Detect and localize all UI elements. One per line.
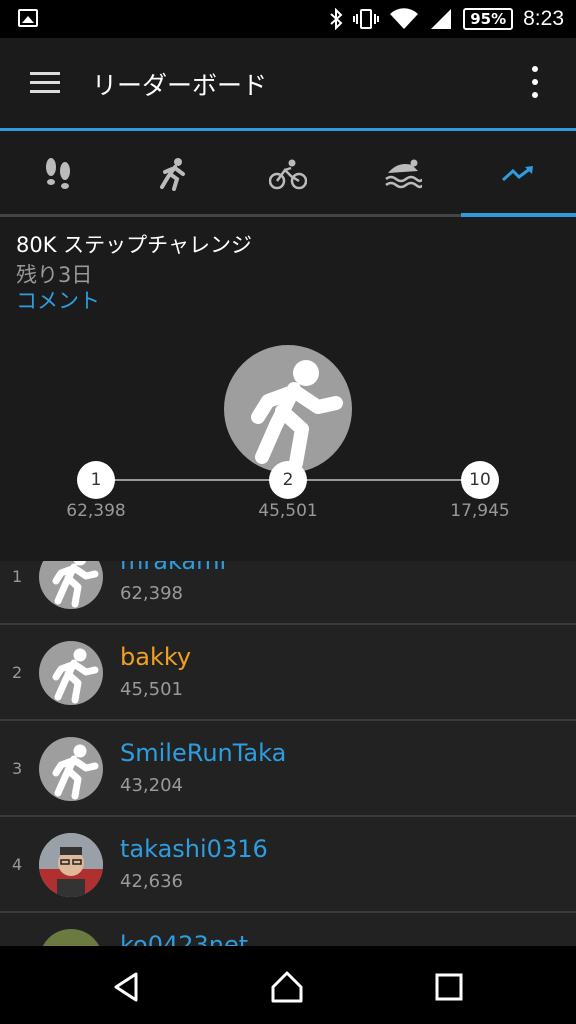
activity-tabs	[0, 131, 576, 217]
list-item[interactable]: 3 SmileRunTaka 43,204	[0, 721, 576, 817]
system-nav-bar	[0, 946, 576, 1024]
battery-icon: 95%	[463, 8, 514, 30]
more-vert-icon[interactable]	[532, 66, 540, 105]
rank-node-me: 2	[269, 461, 307, 499]
rank-number: 4	[12, 855, 23, 874]
leaderboard-list[interactable]: 1 mrakami 62,398 2 bakky 45,501 3 SmileR…	[0, 561, 576, 946]
rank-number: 3	[12, 759, 23, 778]
footsteps-icon	[45, 158, 70, 189]
rank-node-last: 10	[461, 461, 499, 499]
activity-trend-icon	[502, 166, 534, 182]
vibrate-icon	[353, 9, 380, 29]
challenge-summary: 80K ステップチャレンジ 残り3日 コメント 1 2 10 62,398 45…	[0, 217, 576, 561]
swimming-icon	[385, 159, 423, 189]
step-count: 45,501	[120, 679, 183, 700]
step-count: 62,398	[120, 583, 183, 604]
status-bar: 95% 8:23	[0, 0, 576, 38]
home-icon[interactable]	[270, 970, 304, 1004]
user-name: mrakami	[120, 561, 227, 575]
photo-avatar	[39, 929, 103, 946]
step-count: 43,204	[120, 775, 183, 796]
tab-steps[interactable]	[0, 131, 115, 217]
tab-running[interactable]	[115, 131, 230, 217]
cycling-icon	[269, 159, 307, 190]
tab-activity[interactable]	[460, 131, 576, 217]
list-item[interactable]: 2 bakky 45,501	[0, 625, 576, 721]
rank-value-last: 17,945	[450, 501, 510, 521]
tab-swimming[interactable]	[346, 131, 461, 217]
rank-value-me: 45,501	[258, 501, 318, 521]
hamburger-menu-icon[interactable]	[30, 72, 60, 94]
list-item[interactable]: 5 ko0423net	[0, 913, 576, 946]
step-count: 42,636	[120, 871, 183, 892]
photo-avatar	[39, 833, 103, 897]
tab-cycling[interactable]	[230, 131, 345, 217]
back-icon[interactable]	[110, 970, 144, 1004]
comment-link[interactable]: コメント	[16, 285, 100, 315]
user-name: ko0423net	[120, 931, 249, 946]
walker-avatar-icon	[39, 641, 103, 705]
walker-avatar-icon	[39, 737, 103, 801]
walker-avatar-icon	[224, 345, 352, 473]
rank-number: 1	[12, 567, 23, 586]
bluetooth-icon	[330, 8, 343, 30]
recents-icon[interactable]	[432, 970, 466, 1004]
rank-value-first: 62,398	[66, 501, 126, 521]
user-name: bakky	[120, 643, 192, 671]
list-item[interactable]: 4 takashi0316 42,636	[0, 817, 576, 913]
page-title: リーダーボード	[92, 71, 268, 100]
walker-avatar-icon	[39, 561, 103, 609]
user-name: takashi0316	[120, 835, 268, 863]
app-bar: リーダーボード	[0, 38, 576, 128]
clock: 8:23	[523, 7, 564, 30]
rank-number: 2	[12, 663, 23, 682]
running-icon	[159, 158, 185, 191]
challenge-title: 80K ステップチャレンジ	[16, 233, 252, 257]
gallery-icon	[18, 9, 38, 27]
user-name: SmileRunTaka	[120, 739, 287, 767]
rank-node-first: 1	[77, 461, 115, 499]
list-item[interactable]: 1 mrakami 62,398	[0, 561, 576, 625]
wifi-icon	[390, 8, 419, 30]
signal-icon	[431, 9, 452, 29]
